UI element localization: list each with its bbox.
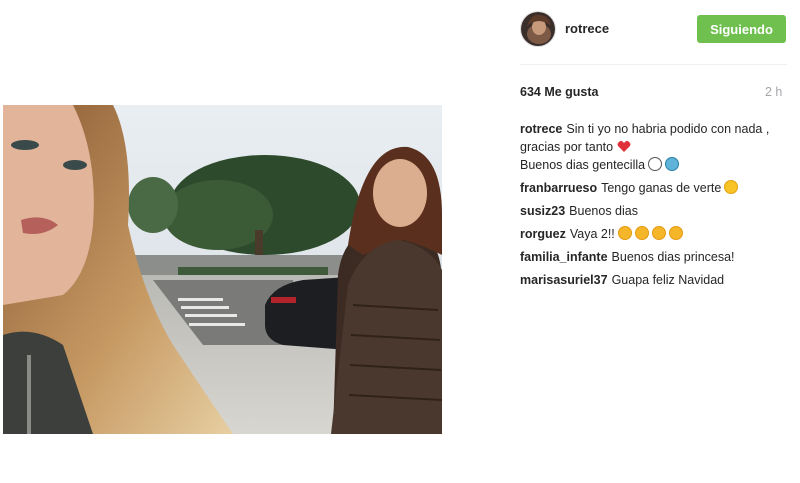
comment-item: franbarrueso Tengo ganas de verte [520, 179, 785, 197]
comment-username[interactable]: marisasuriel37 [520, 273, 608, 287]
heart-eyes-icon [634, 226, 649, 240]
avatar[interactable] [520, 11, 556, 47]
comment-text: Buenos dias princesa! [611, 250, 735, 264]
heart-icon [617, 140, 631, 152]
heart-eyes-icon [617, 226, 632, 240]
post-header: rotrece Siguiendo [520, 11, 790, 47]
comment-item: marisasuriel37 Guapa feliz Navidad [520, 271, 785, 289]
comment-text: Guapa feliz Navidad [611, 273, 725, 287]
comment-username[interactable]: rorguez [520, 227, 566, 241]
post-time: 2 h [765, 85, 783, 99]
comments-list: rotrece Sin ti yo no habria podido con na… [520, 120, 785, 294]
snowman-icon [648, 157, 663, 171]
divider [520, 64, 787, 65]
username-link[interactable]: rotrece [565, 21, 609, 36]
comment-item: familia_infante Buenos dias princesa! [520, 248, 785, 266]
comment-text: Tengo ganas de verte [601, 181, 722, 195]
likes-count[interactable]: 634 Me gusta [520, 85, 599, 99]
heart-eyes-icon [651, 226, 666, 240]
tongue-face-icon [724, 180, 739, 194]
heart-eyes-icon [668, 226, 683, 240]
comment-item: rotrece Sin ti yo no habria podido con na… [520, 120, 785, 174]
comment-username[interactable]: familia_infante [520, 250, 608, 264]
snowflake-icon [665, 157, 680, 171]
post-photo[interactable] [3, 105, 442, 434]
comment-username[interactable]: rotrece [520, 122, 562, 136]
comment-text: Vaya 2!! [569, 227, 615, 241]
following-button[interactable]: Siguiendo [697, 15, 786, 43]
comment-item: susiz23 Buenos dias [520, 202, 785, 220]
comment-item: rorguez Vaya 2!! [520, 225, 785, 243]
comment-text-line2: Buenos dias gentecilla [520, 158, 646, 172]
post-side-panel: rotrece Siguiendo 634 Me gusta 2 h rotre… [505, 0, 800, 483]
comment-text: Buenos dias [569, 204, 638, 218]
comment-username[interactable]: franbarrueso [520, 181, 597, 195]
selfie-image [3, 105, 442, 434]
comment-username[interactable]: susiz23 [520, 204, 565, 218]
